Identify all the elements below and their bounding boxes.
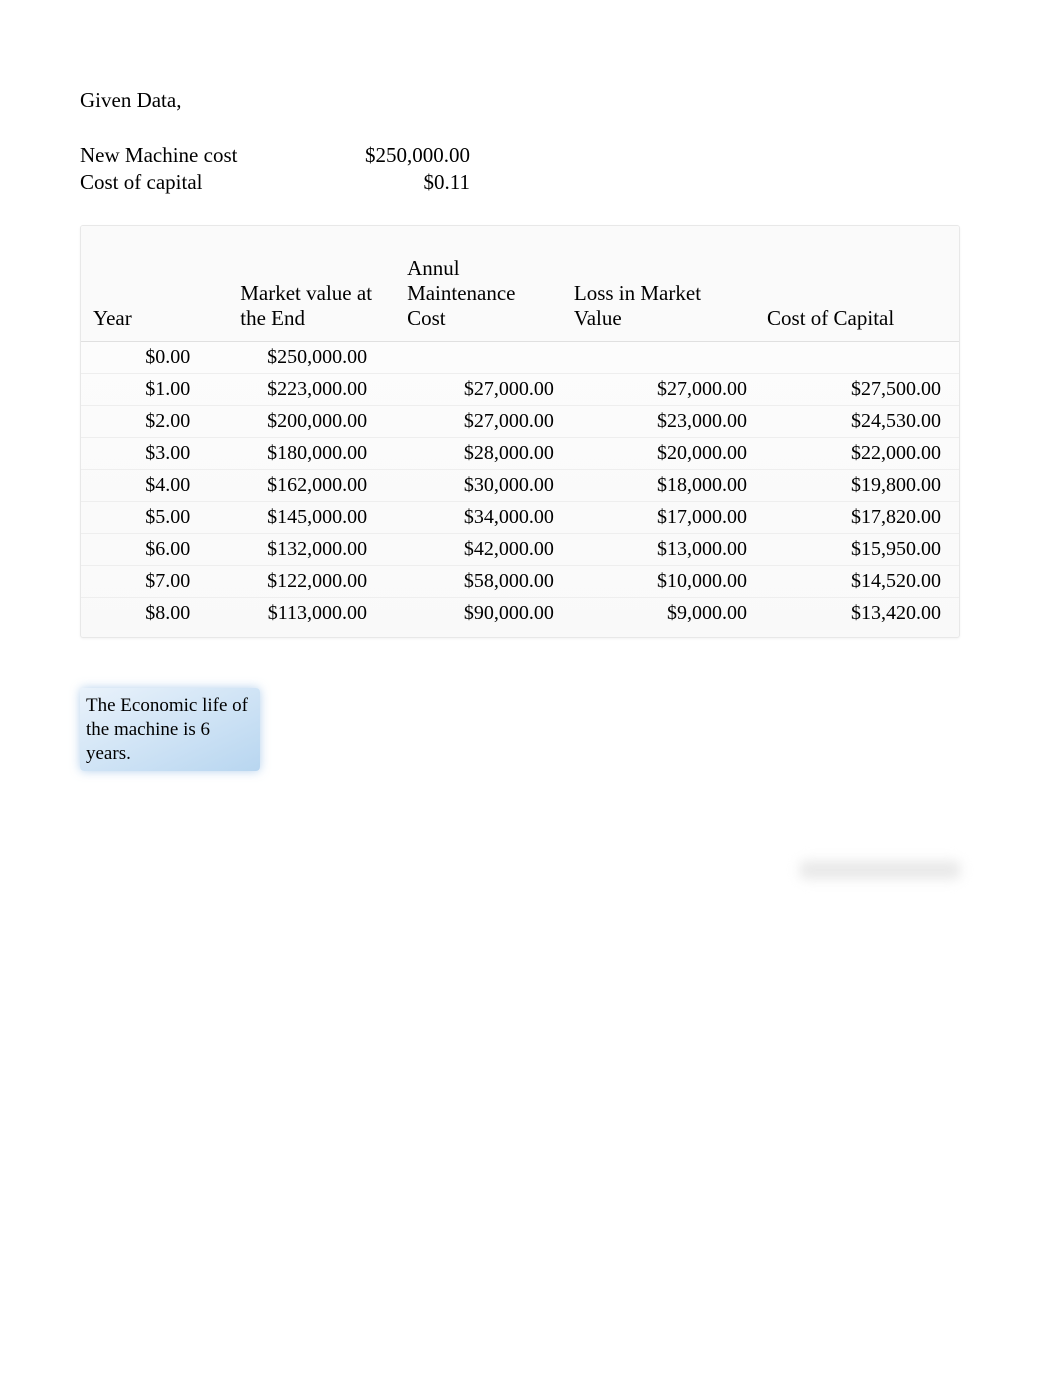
machine-cost-value: $250,000.00 [330, 143, 470, 168]
table-row: $6.00$132,000.00$42,000.00$13,000.00$15,… [81, 534, 959, 566]
col-header-loss-market-value: Loss in Market Value [564, 226, 757, 342]
table-cell: $22,000.00 [757, 438, 959, 470]
col-header-cost-of-capital: Cost of Capital [757, 226, 959, 342]
table-row: $1.00$223,000.00$27,000.00$27,000.00$27,… [81, 374, 959, 406]
table-cell: $27,000.00 [397, 406, 564, 438]
table-body: $0.00$250,000.00$1.00$223,000.00$27,000.… [81, 342, 959, 638]
table-cell: $17,820.00 [757, 502, 959, 534]
table-cell: $17,000.00 [564, 502, 757, 534]
table-cell: $34,000.00 [397, 502, 564, 534]
table-cell: $180,000.00 [230, 438, 397, 470]
table-cell: $8.00 [81, 598, 230, 638]
table-row: $2.00$200,000.00$27,000.00$23,000.00$24,… [81, 406, 959, 438]
table-cell: $19,800.00 [757, 470, 959, 502]
table-cell: $3.00 [81, 438, 230, 470]
table-cell [757, 342, 959, 374]
data-table-container: Year Market value at the End Annul Maint… [80, 225, 960, 638]
table-row: $8.00$113,000.00$90,000.00$9,000.00$13,4… [81, 598, 959, 638]
table-cell: $27,000.00 [564, 374, 757, 406]
blurred-region [800, 861, 960, 879]
table-cell: $250,000.00 [230, 342, 397, 374]
table-cell: $27,500.00 [757, 374, 959, 406]
conclusion-callout: The Economic life of the machine is 6 ye… [80, 688, 260, 771]
cost-of-capital-label: Cost of capital [80, 170, 330, 195]
table-cell: $7.00 [81, 566, 230, 598]
table-cell: $2.00 [81, 406, 230, 438]
col-header-year: Year [81, 226, 230, 342]
table-cell: $27,000.00 [397, 374, 564, 406]
table-cell: $5.00 [81, 502, 230, 534]
cost-of-capital-value: $0.11 [330, 170, 470, 195]
col-header-maintenance-cost: Annul Maintenance Cost [397, 226, 564, 342]
table-header-row: Year Market value at the End Annul Maint… [81, 226, 959, 342]
param-row-machine-cost: New Machine cost $250,000.00 [80, 143, 982, 168]
table-cell: $200,000.00 [230, 406, 397, 438]
table-cell: $9,000.00 [564, 598, 757, 638]
table-cell: $42,000.00 [397, 534, 564, 566]
table-cell: $122,000.00 [230, 566, 397, 598]
page-title: Given Data, [80, 88, 982, 113]
table-cell: $15,950.00 [757, 534, 959, 566]
table-cell: $23,000.00 [564, 406, 757, 438]
table-row: $3.00$180,000.00$28,000.00$20,000.00$22,… [81, 438, 959, 470]
table-cell: $30,000.00 [397, 470, 564, 502]
table-cell: $1.00 [81, 374, 230, 406]
col-header-market-value: Market value at the End [230, 226, 397, 342]
table-cell [564, 342, 757, 374]
table-cell: $113,000.00 [230, 598, 397, 638]
table-cell: $10,000.00 [564, 566, 757, 598]
table-cell: $28,000.00 [397, 438, 564, 470]
table-row: $7.00$122,000.00$58,000.00$10,000.00$14,… [81, 566, 959, 598]
table-cell: $24,530.00 [757, 406, 959, 438]
table-row: $5.00$145,000.00$34,000.00$17,000.00$17,… [81, 502, 959, 534]
table-cell: $14,520.00 [757, 566, 959, 598]
table-cell: $6.00 [81, 534, 230, 566]
table-cell [397, 342, 564, 374]
table-cell: $132,000.00 [230, 534, 397, 566]
table-cell: $90,000.00 [397, 598, 564, 638]
machine-cost-label: New Machine cost [80, 143, 330, 168]
table-cell: $18,000.00 [564, 470, 757, 502]
table-row: $0.00$250,000.00 [81, 342, 959, 374]
table-cell: $58,000.00 [397, 566, 564, 598]
table-cell: $13,000.00 [564, 534, 757, 566]
table-cell: $0.00 [81, 342, 230, 374]
table-cell: $13,420.00 [757, 598, 959, 638]
table-cell: $20,000.00 [564, 438, 757, 470]
table-cell: $162,000.00 [230, 470, 397, 502]
params-block: New Machine cost $250,000.00 Cost of cap… [80, 143, 982, 195]
table-cell: $223,000.00 [230, 374, 397, 406]
table-cell: $145,000.00 [230, 502, 397, 534]
table-row: $4.00$162,000.00$30,000.00$18,000.00$19,… [81, 470, 959, 502]
data-table: Year Market value at the End Annul Maint… [81, 226, 959, 637]
param-row-cost-of-capital: Cost of capital $0.11 [80, 170, 982, 195]
table-cell: $4.00 [81, 470, 230, 502]
